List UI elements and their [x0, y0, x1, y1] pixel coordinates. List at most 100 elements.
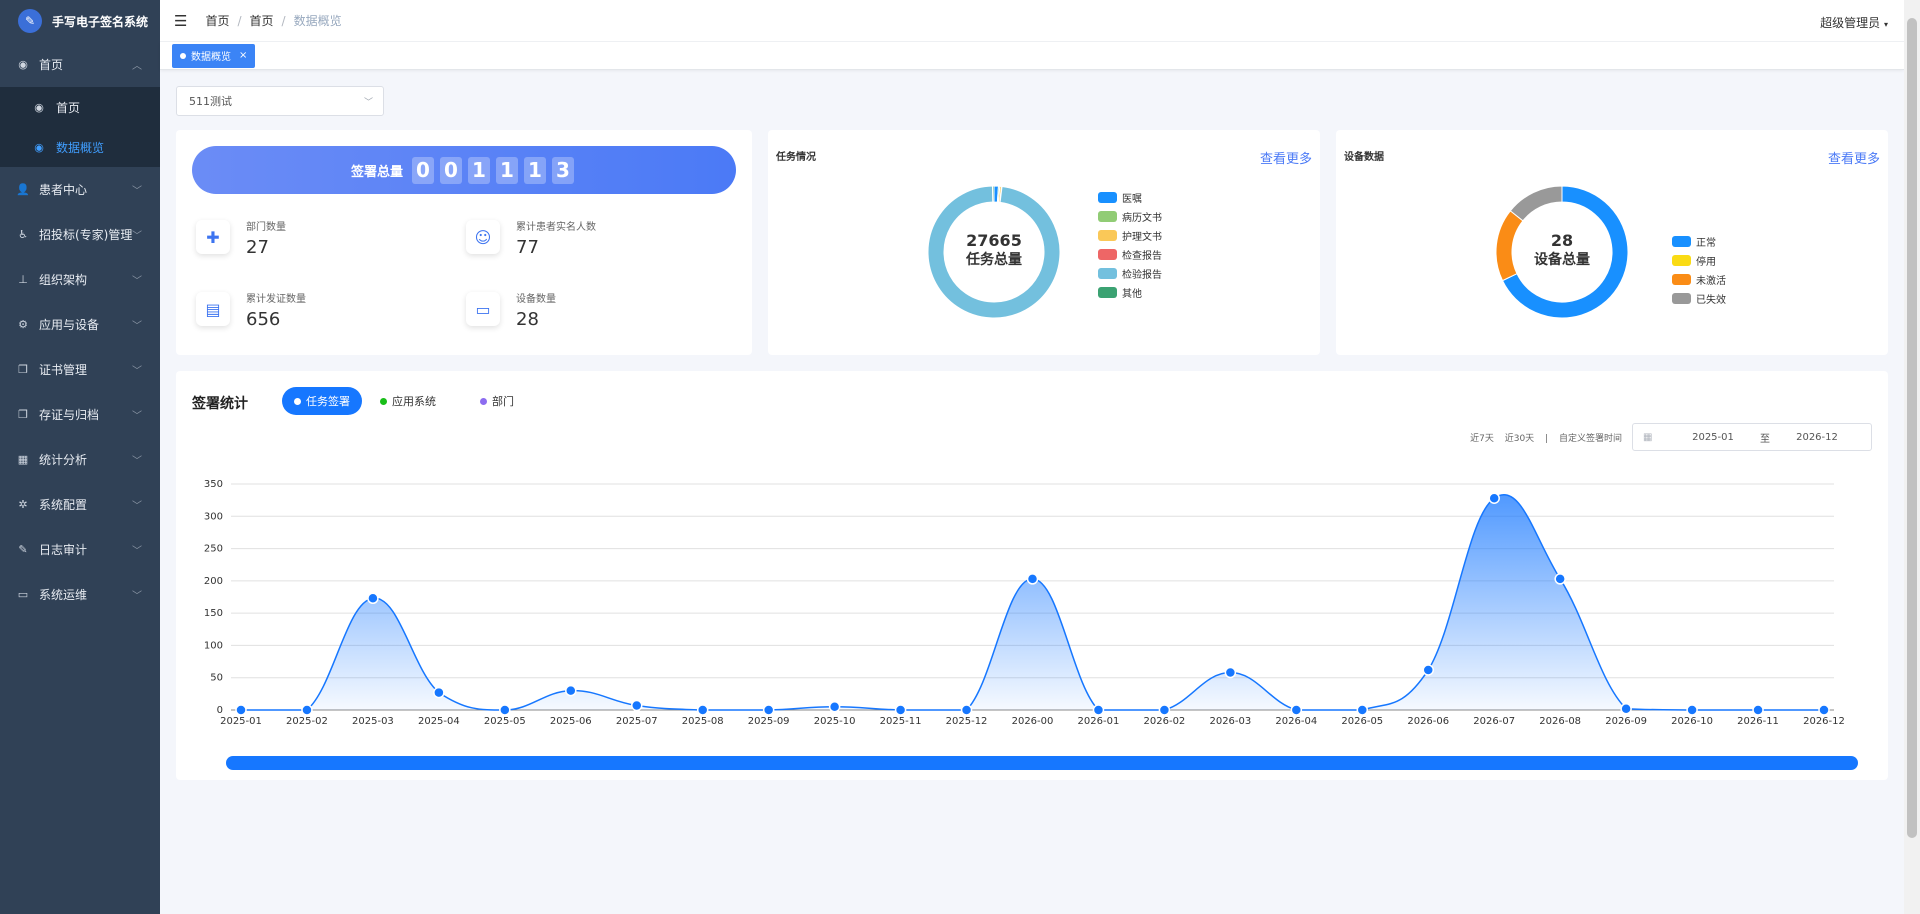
data-point[interactable] [301, 704, 313, 716]
stat-value: 656 [246, 309, 281, 330]
pie-slice-5[interactable] [991, 185, 995, 203]
chevron-down-icon: ﹀ [132, 321, 142, 332]
sign-area-chart: 0 50 100 150 200 250 300 350 2025-01 2025-02 2025-… [204, 479, 1845, 727]
data-point[interactable] [367, 592, 379, 605]
legend-item[interactable]: 已失效 [1672, 289, 1726, 308]
data-point[interactable] [1818, 704, 1830, 716]
header: ☰ 首页 / 首页 / 数据概览 超级管理员 ▾ [160, 0, 1904, 42]
dashboard-icon: ◉ [18, 58, 28, 71]
sidebar-item-analytics[interactable]: ▦ 统计分析 ﹀ [0, 437, 160, 482]
legend-label: 病历文书 [1122, 213, 1162, 224]
data-point[interactable] [235, 704, 247, 716]
x-tick-label: 2026-04 [1275, 716, 1317, 727]
legend-label: 医嘱 [1122, 194, 1142, 205]
sidebar-item-audit[interactable]: ✎ 日志审计 ﹀ [0, 527, 160, 572]
legend-item[interactable]: 停用 [1672, 251, 1726, 270]
device-card: 设备数据 查看更多 28 设备总量 正常 停用 未激活 已失效 [1336, 130, 1888, 355]
chevron-down-icon: ﹀ [132, 411, 142, 422]
x-tick-label: 2026-09 [1605, 716, 1647, 727]
legend-item[interactable]: 正常 [1672, 232, 1726, 251]
hamburger-icon[interactable]: ☰ [174, 12, 187, 30]
tab-overview[interactable]: 数据概览 × [172, 43, 256, 68]
data-point[interactable] [1026, 573, 1039, 585]
brand: ✎ 手写电子签名系统 [0, 0, 160, 42]
legend-item[interactable]: 检查报告 [1098, 245, 1162, 264]
breadcrumb-separator: / [281, 14, 286, 28]
legend-item[interactable]: 其他 [1098, 283, 1162, 302]
data-point[interactable] [565, 684, 577, 697]
sidebar-item-archive[interactable]: ❐ 存证与归档 ﹀ [0, 392, 160, 437]
breadcrumb-item[interactable]: 首页 [205, 14, 229, 28]
logo-icon: ✎ [18, 9, 42, 33]
data-point[interactable] [1158, 704, 1171, 716]
sidebar-subitem-overview[interactable]: ◉ 数据概览 [0, 127, 160, 167]
sidebar-item-bidding[interactable]: ♿ 招投标(专家)管理 ﹀ [0, 212, 160, 257]
data-point[interactable] [1224, 666, 1237, 679]
x-tick-label: 2026-12 [1803, 716, 1845, 727]
x-tick-label: 2025-12 [946, 716, 988, 727]
data-point[interactable] [499, 704, 511, 716]
pie-slice-2[interactable] [1495, 210, 1524, 282]
donut-center-label: 任务总量 [965, 251, 1022, 268]
vertical-scrollbar[interactable] [1904, 0, 1920, 914]
total-sign-label: 签署总量 [350, 164, 403, 180]
sidebar-subitem-home[interactable]: ◉ 首页 [0, 87, 160, 127]
data-point[interactable] [762, 704, 775, 716]
data-point[interactable] [828, 701, 841, 713]
legend-item[interactable]: 医嘱 [1098, 188, 1162, 207]
chevron-down-icon: ﹀ [132, 501, 142, 512]
data-point[interactable] [1290, 704, 1303, 716]
pie-slice-3[interactable] [1509, 185, 1563, 222]
data-point[interactable] [1488, 492, 1500, 504]
chevron-down-icon: ﹀ [132, 546, 142, 557]
close-icon[interactable]: × [239, 50, 247, 61]
data-point[interactable] [1686, 704, 1698, 716]
x-tick-label: 2026-10 [1671, 716, 1713, 727]
sidebar-item-certs[interactable]: ❐ 证书管理 ﹀ [0, 347, 160, 392]
project-select[interactable]: 511测试 ﹀ [176, 86, 384, 116]
y-tick-label: 200 [204, 576, 223, 587]
scrollbar-thumb[interactable] [1907, 18, 1917, 838]
document-icon: ▤ [196, 292, 230, 326]
sidebar-item-org[interactable]: ⊥ 组织架构 ﹀ [0, 257, 160, 302]
sidebar-item-label: 应用与设备 [39, 318, 100, 332]
sidebar-item-config[interactable]: ✲ 系统配置 ﹀ [0, 482, 160, 527]
sidebar-item-ops[interactable]: ▭ 系统运维 ﹀ [0, 572, 160, 617]
data-point[interactable] [1752, 704, 1764, 716]
data-point[interactable] [1092, 704, 1105, 716]
chevron-down-icon: ﹀ [363, 97, 373, 108]
chevron-up-icon: ︿ [132, 61, 142, 72]
data-point[interactable] [1422, 664, 1434, 676]
legend-item[interactable]: 护理文书 [1098, 226, 1162, 245]
legend-item[interactable]: 未激活 [1672, 270, 1726, 289]
y-tick-label: 150 [204, 608, 223, 619]
data-point[interactable] [631, 699, 643, 712]
sidebar-item-apps[interactable]: ⚙ 应用与设备 ﹀ [0, 302, 160, 347]
legend-item[interactable]: 病历文书 [1098, 207, 1162, 226]
data-point[interactable] [1554, 573, 1566, 585]
datazoom-slider[interactable] [226, 756, 1858, 770]
data-point[interactable] [894, 704, 907, 716]
data-point[interactable] [433, 686, 445, 699]
sidebar-item-label: 系统配置 [39, 498, 88, 512]
device-donut-chart: 28 设备总量 [1495, 185, 1629, 319]
data-point[interactable] [1356, 704, 1369, 716]
summary-card: 签署总量 0 0 1 1 1 3 ✚ 部门数量 27 ☺ 累计患者实名人数 77 ▤… [176, 130, 752, 355]
breadcrumb-item[interactable]: 首页 [250, 14, 274, 28]
x-tick-label: 2025-04 [418, 716, 460, 727]
y-tick-label: 50 [210, 673, 223, 684]
copy-icon: ❐ [18, 408, 28, 421]
sidebar-item-patients[interactable]: 👤 患者中心 ﹀ [0, 167, 160, 212]
user-check-icon: ☺ [466, 220, 500, 254]
x-tick-label: 2026-02 [1144, 716, 1186, 727]
user-menu[interactable]: 超级管理员 ▾ [1820, 14, 1888, 31]
data-point[interactable] [1620, 702, 1632, 715]
sidebar-item-home[interactable]: ◉ 首页 ︿ [0, 42, 160, 87]
stat-title: 设备数量 [516, 294, 556, 305]
legend-item[interactable]: 检验报告 [1098, 264, 1162, 283]
data-point[interactable] [960, 704, 973, 716]
legend-label: 检验报告 [1122, 270, 1162, 281]
digit: 1 [468, 156, 490, 184]
legend-swatch [1098, 287, 1117, 298]
data-point[interactable] [696, 704, 709, 716]
